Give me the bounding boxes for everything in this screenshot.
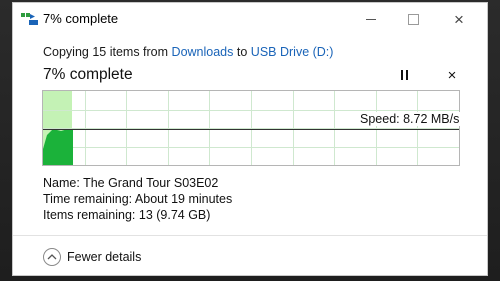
destination-link[interactable]: USB Drive (D:): [251, 45, 334, 59]
progress-title: 7% complete: [43, 66, 133, 83]
copy-arrow-icon: [21, 13, 38, 25]
copy-progress-dialog: 7% complete × Copying 15 items from Down…: [12, 2, 488, 276]
pause-button[interactable]: [393, 66, 415, 86]
items-remaining: Items remaining: 13 (9.74 GB): [43, 208, 211, 222]
minimize-icon: [366, 18, 376, 20]
source-link[interactable]: Downloads: [172, 45, 234, 59]
close-icon: ×: [454, 9, 464, 29]
fewer-details-button[interactable]: Fewer details: [43, 246, 141, 268]
speed-graph-canvas: [43, 91, 459, 165]
copy-middle: to: [236, 45, 248, 59]
fewer-details-label: Fewer details: [67, 250, 142, 264]
transfer-speed-graph: [42, 90, 460, 166]
title-bar: 7% complete ×: [13, 3, 487, 35]
pause-icon: [399, 67, 409, 85]
cancel-button[interactable]: ×: [441, 66, 463, 86]
maximize-button[interactable]: [395, 7, 431, 31]
minimize-button[interactable]: [353, 7, 389, 31]
footer-divider: [13, 235, 487, 236]
copy-description: Copying 15 items from Downloads to USB D…: [43, 45, 333, 59]
window-title: 7% complete: [43, 11, 119, 26]
close-button[interactable]: ×: [441, 7, 477, 31]
speed-label: Speed: 8.72 MB/s: [359, 112, 461, 126]
time-remaining: Time remaining: About 19 minutes: [43, 192, 233, 206]
chevron-up-icon: [43, 248, 61, 266]
copy-prefix: Copying 15 items from: [43, 45, 169, 59]
file-name: Name: The Grand Tour S03E02: [43, 176, 219, 190]
maximize-icon: [407, 13, 419, 25]
